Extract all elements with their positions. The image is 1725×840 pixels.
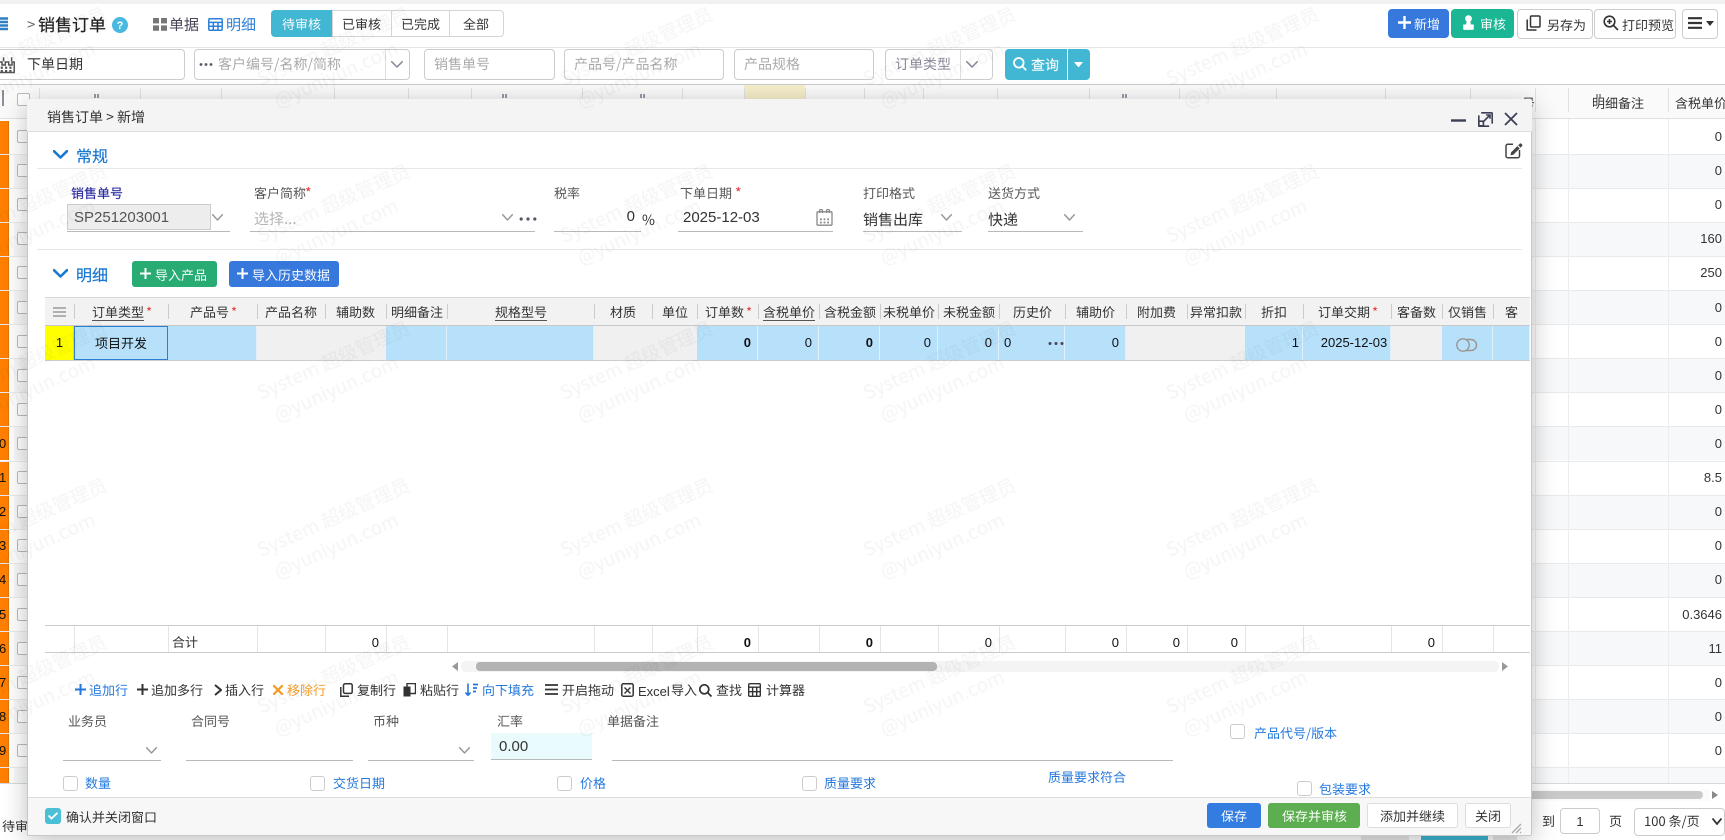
svg-text:?: ? (117, 20, 124, 32)
